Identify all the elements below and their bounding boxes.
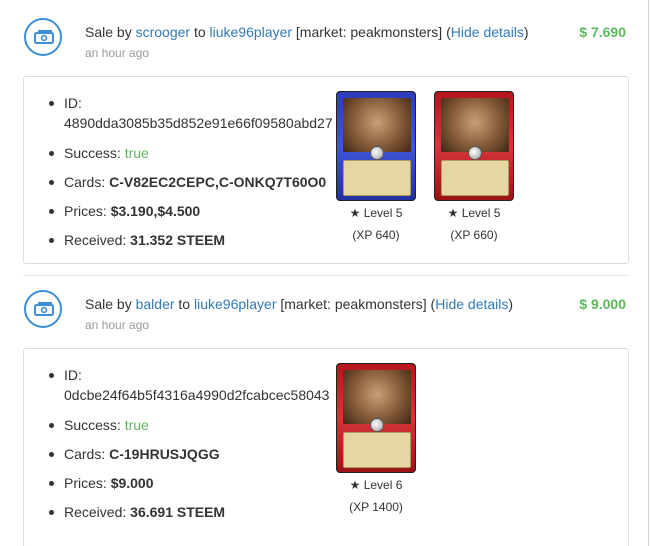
star-icon: ★ bbox=[447, 206, 459, 220]
detail-prices: Prices: $9.000 bbox=[49, 473, 336, 502]
details-list: ID: 4890dda3085b35d852e91e66f09580abd27 … bbox=[49, 93, 336, 259]
sale-by-label: Sale by bbox=[85, 296, 132, 312]
card-text-area bbox=[441, 160, 509, 196]
card-art bbox=[343, 98, 411, 152]
prices-value: $9.000 bbox=[110, 475, 154, 491]
id-value: 4890dda3085b35d852e91e66f09580abd27 bbox=[64, 115, 333, 131]
success-value: true bbox=[124, 145, 149, 161]
sale-entry: Sale by balder to liuke96player [market:… bbox=[0, 272, 648, 546]
sale-time: an hour ago bbox=[85, 46, 150, 60]
market-label: [market: peakmonsters] bbox=[280, 296, 427, 312]
received-value: 36.691 STEEM bbox=[130, 504, 226, 520]
success-value: true bbox=[124, 417, 149, 433]
sale-by-label: Sale by bbox=[85, 24, 132, 40]
detail-success: Success: true bbox=[49, 143, 336, 172]
panel-right-border bbox=[648, 0, 649, 546]
card-text-area bbox=[343, 160, 411, 196]
star-icon: ★ bbox=[349, 206, 361, 220]
to-label: to bbox=[193, 24, 206, 40]
id-value: 0dcbe24f64b5f4316a4990d2fcabcec58043 bbox=[64, 387, 330, 403]
sale-title: Sale by balder to liuke96player [market:… bbox=[85, 296, 513, 312]
cards-label: Cards: bbox=[64, 446, 106, 462]
received-label: Received: bbox=[64, 232, 127, 248]
prices-value: $3.190,$4.500 bbox=[110, 203, 201, 219]
detail-id: ID: 4890dda3085b35d852e91e66f09580abd27 bbox=[49, 93, 336, 143]
card-art bbox=[343, 370, 411, 424]
success-label: Success: bbox=[64, 145, 121, 161]
card-item[interactable]: ★ Level 6 (XP 1400) bbox=[336, 363, 416, 514]
sale-entry: Sale by scrooger to liuke96player [marke… bbox=[0, 0, 648, 264]
card-level-label: Level 6 bbox=[363, 478, 403, 492]
seller-link[interactable]: scrooger bbox=[136, 24, 190, 40]
sale-header: Sale by balder to liuke96player [market:… bbox=[0, 272, 648, 348]
detail-success: Success: true bbox=[49, 415, 336, 444]
prices-label: Prices: bbox=[64, 475, 107, 491]
prices-label: Prices: bbox=[64, 203, 107, 219]
card-art bbox=[441, 98, 509, 152]
sale-header: Sale by scrooger to liuke96player [marke… bbox=[0, 0, 648, 76]
card-level-label: Level 5 bbox=[363, 206, 403, 220]
money-stack-icon bbox=[24, 18, 62, 56]
sale-details: ID: 4890dda3085b35d852e91e66f09580abd27 … bbox=[23, 76, 629, 264]
card-xp: (XP 640) bbox=[352, 228, 400, 242]
received-value: 31.352 STEEM bbox=[130, 232, 226, 248]
sale-amount: $ 7.690 bbox=[579, 24, 626, 40]
card-image[interactable] bbox=[336, 363, 416, 473]
card-gem bbox=[370, 146, 384, 160]
market-label: [market: peakmonsters] bbox=[295, 24, 443, 40]
card-item[interactable]: ★ Level 5 (XP 640) bbox=[336, 91, 416, 242]
buyer-link[interactable]: liuke96player bbox=[194, 296, 277, 312]
hide-details-link[interactable]: Hide details bbox=[435, 296, 508, 312]
detail-cards: Cards: C-V82EC2CEPC,C-ONKQ7T60O0 bbox=[49, 172, 336, 201]
card-xp: (XP 660) bbox=[450, 228, 498, 242]
card-level: ★ Level 5 bbox=[336, 206, 416, 220]
card-item[interactable]: ★ Level 5 (XP 660) bbox=[434, 91, 514, 242]
cards-value: C-19HRUSJQGG bbox=[109, 446, 220, 462]
success-label: Success: bbox=[64, 417, 121, 433]
detail-prices: Prices: $3.190,$4.500 bbox=[49, 201, 336, 230]
sale-title: Sale by scrooger to liuke96player [marke… bbox=[85, 24, 529, 40]
card-image[interactable] bbox=[336, 91, 416, 201]
card-gem bbox=[468, 146, 482, 160]
detail-id: ID: 0dcbe24f64b5f4316a4990d2fcabcec58043 bbox=[49, 365, 336, 415]
received-label: Received: bbox=[64, 504, 127, 520]
card-level: ★ Level 5 bbox=[434, 206, 514, 220]
card-gem bbox=[370, 418, 384, 432]
detail-cards: Cards: C-19HRUSJQGG bbox=[49, 444, 336, 473]
id-label: ID: bbox=[64, 367, 82, 383]
sale-details: ID: 0dcbe24f64b5f4316a4990d2fcabcec58043… bbox=[23, 348, 629, 546]
card-text-area bbox=[343, 432, 411, 468]
star-icon: ★ bbox=[349, 478, 361, 492]
money-stack-icon bbox=[24, 290, 62, 328]
card-xp: (XP 1400) bbox=[349, 500, 403, 514]
details-list: ID: 0dcbe24f64b5f4316a4990d2fcabcec58043… bbox=[49, 365, 336, 531]
paren-close: ) bbox=[523, 24, 529, 40]
cards-label: Cards: bbox=[64, 174, 106, 190]
card-level: ★ Level 6 bbox=[336, 478, 416, 492]
paren-close: ) bbox=[508, 296, 514, 312]
detail-received: Received: 36.691 STEEM bbox=[49, 502, 336, 531]
card-image[interactable] bbox=[434, 91, 514, 201]
seller-link[interactable]: balder bbox=[136, 296, 175, 312]
id-label: ID: bbox=[64, 95, 82, 111]
card-level-label: Level 5 bbox=[461, 206, 501, 220]
detail-received: Received: 31.352 STEEM bbox=[49, 230, 336, 259]
sale-amount: $ 9.000 bbox=[579, 296, 626, 312]
buyer-link[interactable]: liuke96player bbox=[210, 24, 293, 40]
cards-value: C-V82EC2CEPC,C-ONKQ7T60O0 bbox=[109, 174, 327, 190]
sale-time: an hour ago bbox=[85, 318, 150, 332]
hide-details-link[interactable]: Hide details bbox=[451, 24, 524, 40]
to-label: to bbox=[178, 296, 191, 312]
